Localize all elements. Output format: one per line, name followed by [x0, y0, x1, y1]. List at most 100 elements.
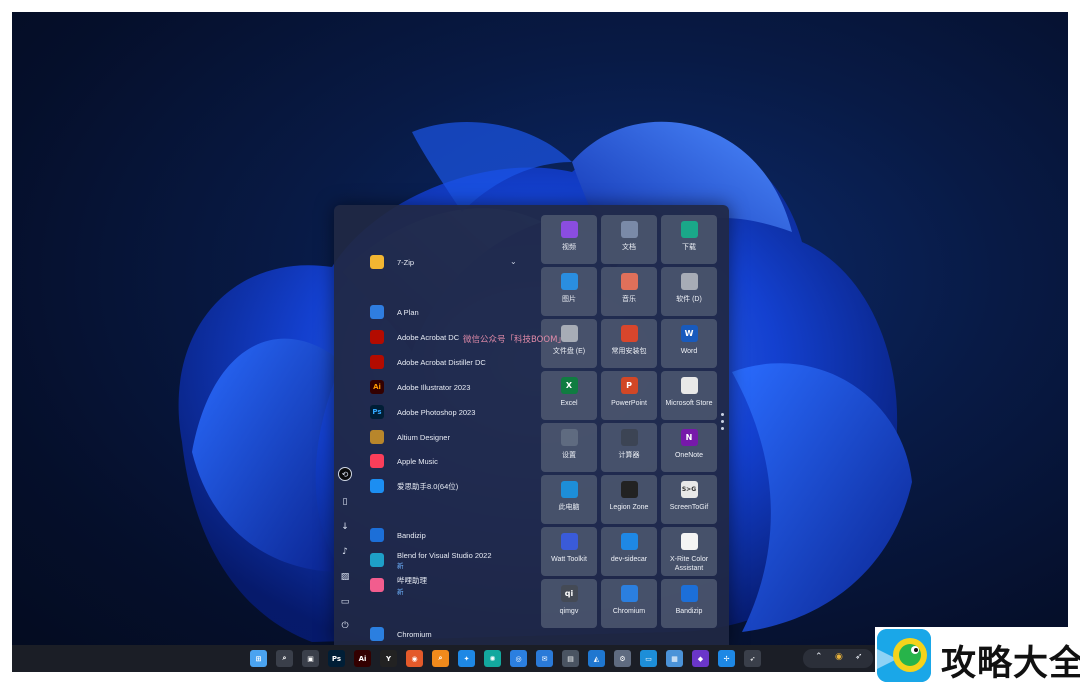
tile-documents-folder[interactable]: 文档 — [601, 215, 657, 264]
system-tray[interactable]: ⌃ ◉ ➶ — [803, 649, 873, 668]
chrome-icon[interactable]: ◉ — [835, 652, 843, 662]
tile-label: 软件 (D) — [676, 296, 702, 303]
app-list-item[interactable]: 7-Zip ⌄ — [364, 251, 524, 273]
page-dot — [721, 427, 724, 430]
app-text-block: Adobe Photoshop 2023 — [397, 408, 475, 417]
task-view-icon[interactable]: ▣ — [302, 650, 319, 667]
tile-videos-folder[interactable]: 视频 — [541, 215, 597, 264]
app-list-item[interactable]: Adobe Acrobat Distiller DC — [364, 351, 524, 373]
tile-label: 文件盘 (E) — [552, 348, 586, 355]
app-label: A Plan — [397, 307, 419, 317]
edge-icon[interactable]: ◎ — [510, 650, 527, 667]
app-icon[interactable]: ✦ — [458, 650, 475, 667]
tile-installer-package[interactable]: 常用安装包 — [601, 319, 657, 368]
dev-sidecar-icon[interactable]: ✢ — [718, 650, 735, 667]
photos-icon[interactable]: ◭ — [588, 650, 605, 667]
chromium-icon — [620, 585, 638, 602]
tile-onenote[interactable]: N OneNote — [661, 423, 717, 472]
files-icon[interactable]: ▦ — [666, 650, 683, 667]
video-icon[interactable]: ▭ — [338, 595, 352, 609]
app-list-item[interactable]: A Plan — [364, 301, 524, 323]
settings-gear-icon[interactable]: ⚙ — [614, 650, 631, 667]
app-label: 哔哩助理 — [397, 575, 427, 585]
store-icon — [680, 377, 698, 394]
document-icon[interactable]: ▯ — [338, 495, 352, 509]
tile-drive[interactable]: 软件 (D) — [661, 267, 717, 316]
app-label: Adobe Photoshop 2023 — [397, 407, 476, 417]
mail-icon[interactable]: ✉ — [536, 650, 553, 667]
notepad-icon[interactable]: ▤ — [562, 650, 579, 667]
tile-label: ScreenToGif — [669, 504, 709, 511]
tile-settings-gear[interactable]: 设置 — [541, 423, 597, 472]
app-list-item[interactable]: Blend for Visual Studio 2022 新 — [364, 549, 524, 571]
everything-search-icon[interactable]: ⌕ — [432, 650, 449, 667]
feather-icon[interactable]: ➶ — [744, 650, 761, 667]
visual-studio-icon[interactable]: ◆ — [692, 650, 709, 667]
new-badge: 新 — [397, 588, 404, 596]
tile-bandizip[interactable]: Bandizip — [661, 579, 717, 628]
app-list-item[interactable]: 爱思助手8.0(64位) — [364, 475, 524, 497]
tile-label: 此电脑 — [558, 504, 580, 511]
app-list-item[interactable]: Altium Designer — [364, 426, 524, 448]
feather-icon[interactable]: ➶ — [855, 652, 863, 662]
tile-watt-toolkit[interactable]: Watt Toolkit — [541, 527, 597, 576]
app-list-item[interactable]: Apple Music — [364, 450, 524, 472]
page-indicator[interactable] — [721, 413, 724, 434]
logo-text: 攻略大全 — [941, 644, 1080, 684]
tile-store[interactable]: Microsoft Store — [661, 371, 717, 420]
app-list-item[interactable]: Chromium — [364, 623, 524, 645]
pictures-folder-icon — [560, 273, 578, 290]
aisi-icon — [370, 479, 384, 493]
power-icon[interactable]: ⏻ — [338, 619, 352, 633]
app-text-block: Adobe Acrobat DC — [397, 333, 459, 342]
sidecar-icon[interactable]: ✺ — [484, 650, 501, 667]
tile-label: Watt Toolkit — [551, 556, 587, 563]
tile-downloads-folder[interactable]: 下载 — [661, 215, 717, 264]
chromium-icon[interactable]: ◉ — [406, 650, 423, 667]
tile-calculator[interactable]: 计算器 — [601, 423, 657, 472]
tile-label: X-Rite Color Assistant — [669, 556, 709, 572]
tile-label: qimgv — [559, 608, 579, 615]
start-menu: ⟲ ▯ ↓ ♪ ▨ ▭ ⏻ 7-Zip ⌄ A Plan Adobe Acrobat DC Adob… — [334, 205, 729, 645]
app-label: Apple Music — [397, 456, 438, 466]
music-note-icon[interactable]: ♪ — [338, 545, 352, 559]
app-label: Blend for Visual Studio 2022 — [397, 550, 492, 560]
drive-icon — [680, 273, 698, 290]
app-list-item[interactable]: Bandizip — [364, 524, 524, 546]
chevron-up-icon[interactable]: ⌃ — [815, 652, 823, 662]
this-pc-icon[interactable]: ▭ — [640, 650, 657, 667]
tile-word[interactable]: W Word — [661, 319, 717, 368]
tile-legion-zone[interactable]: Legion Zone — [601, 475, 657, 524]
documents-folder-icon — [620, 221, 638, 238]
illustrator-icon[interactable]: Ai — [354, 650, 371, 667]
tile-this-pc[interactable]: 此电脑 — [541, 475, 597, 524]
tile-chromium[interactable]: Chromium — [601, 579, 657, 628]
chevron-down-icon[interactable]: ⌄ — [510, 257, 517, 266]
tile-music-folder[interactable]: 音乐 — [601, 267, 657, 316]
app-label: Adobe Acrobat DC — [397, 332, 460, 342]
acrobat-icon — [370, 330, 384, 344]
image-icon[interactable]: ▨ — [338, 570, 352, 584]
photoshop-icon[interactable]: Ps — [328, 650, 345, 667]
app-label: Adobe Illustrator 2023 — [397, 382, 471, 392]
altium-icon — [370, 430, 384, 444]
app-list-item[interactable]: Ps Adobe Photoshop 2023 — [364, 401, 524, 423]
app-label: Adobe Acrobat Distiller DC — [397, 357, 486, 367]
tile-excel[interactable]: X Excel — [541, 371, 597, 420]
tile-x-rite[interactable]: X-Rite Color Assistant — [661, 527, 717, 576]
start-button[interactable]: ⊞ — [250, 650, 267, 667]
tile-powerpoint[interactable]: P PowerPoint — [601, 371, 657, 420]
app-label: Altium Designer — [397, 432, 450, 442]
app-list-item[interactable]: 哔哩助理新 — [364, 574, 524, 596]
legion-icon[interactable]: Y — [380, 650, 397, 667]
app-list-item[interactable]: Ai Adobe Illustrator 2023 — [364, 376, 524, 398]
tile-screentogif[interactable]: S>G ScreenToGif — [661, 475, 717, 524]
excel-icon: X — [560, 377, 578, 394]
tile-pictures-folder[interactable]: 图片 — [541, 267, 597, 316]
user-avatar-icon[interactable]: ⟲ — [338, 467, 352, 481]
search-icon[interactable]: ⌕ — [276, 650, 293, 667]
acrobat-distiller-icon — [370, 355, 384, 369]
tile-qimgv[interactable]: qi qimgv — [541, 579, 597, 628]
tile-dev-sidecar[interactable]: dev-sidecar — [601, 527, 657, 576]
download-icon[interactable]: ↓ — [338, 520, 352, 534]
